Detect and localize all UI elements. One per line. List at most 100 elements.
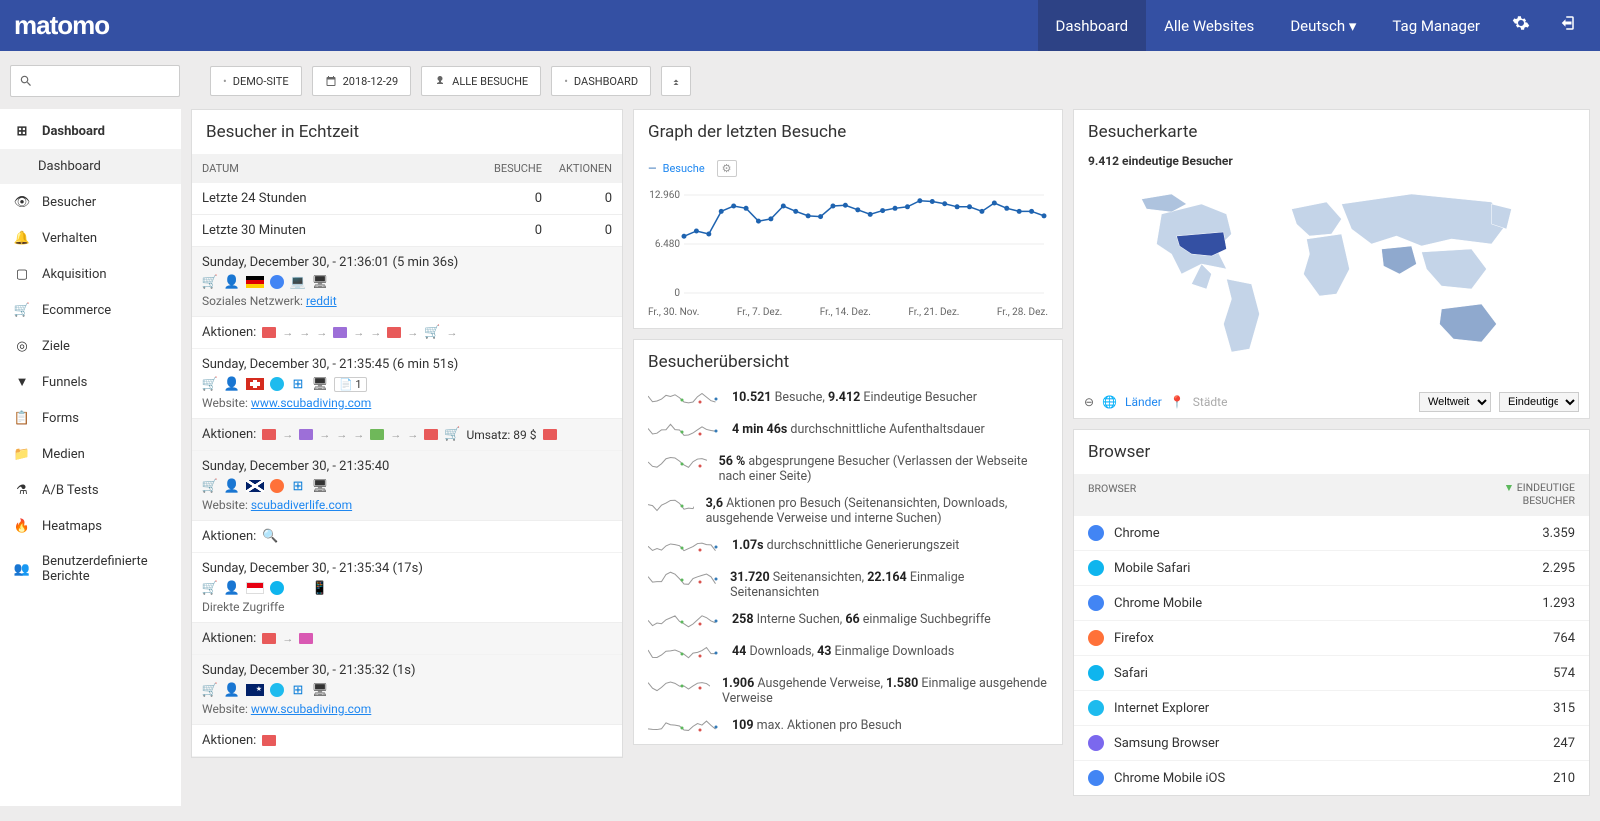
sidebar: ⊞Dashboard Dashboard 👁Besucher 🔔Verhalte… bbox=[0, 109, 181, 806]
collapse-button[interactable] bbox=[661, 66, 691, 96]
gear-icon[interactable] bbox=[1498, 14, 1544, 37]
eye-icon: 👁 bbox=[14, 194, 30, 210]
nav-language[interactable]: Deutsch ▾ bbox=[1272, 0, 1374, 51]
cart-icon: 🛒 bbox=[202, 580, 218, 596]
browser-row[interactable]: Chrome Mobile1.293 bbox=[1074, 585, 1589, 620]
dashboard-selector[interactable]: •DASHBOARD bbox=[551, 66, 651, 96]
browser-row[interactable]: Firefox764 bbox=[1074, 620, 1589, 655]
site-selector[interactable]: •DEMO-SITE bbox=[210, 66, 302, 96]
arrow-icon: → bbox=[282, 428, 293, 441]
metric-select[interactable]: Eindeutige Besucher bbox=[1499, 392, 1579, 412]
sidebar-item-media[interactable]: 📁Medien bbox=[0, 436, 181, 472]
nav-dashboard[interactable]: Dashboard bbox=[1038, 0, 1147, 51]
chart-settings-icon[interactable]: ⚙ bbox=[717, 160, 737, 177]
sparkline bbox=[648, 612, 720, 632]
pageview-icon[interactable] bbox=[262, 633, 276, 644]
segment-selector[interactable]: ALLE BESUCHE bbox=[421, 66, 541, 96]
pageview-icon[interactable] bbox=[262, 429, 276, 440]
browser-icon bbox=[1088, 770, 1104, 786]
line-chart[interactable]: 06.48012.960 bbox=[648, 189, 1050, 299]
sidebar-item-behaviour[interactable]: 🔔Verhalten bbox=[0, 220, 181, 256]
sidebar-item-funnels[interactable]: ▼Funnels bbox=[0, 364, 181, 400]
pageview-icon[interactable] bbox=[370, 429, 384, 440]
browser-row[interactable]: Safari574 bbox=[1074, 655, 1589, 690]
sparkline bbox=[648, 496, 694, 516]
visit-actions-row: Aktionen: → → → → → → 🛒 → bbox=[192, 317, 622, 349]
cities-link[interactable]: Städte bbox=[1193, 395, 1228, 409]
visitors-overview-widget: Besucherübersicht 10.521 Besuche, 9.412 … bbox=[633, 339, 1063, 745]
browser-icon bbox=[270, 683, 284, 697]
sidebar-item-custom-reports[interactable]: 👥Benutzerdefinierte Berichte bbox=[0, 544, 181, 594]
visit-timestamp: Sunday, December 30, - 21:35:45 (6 min 5… bbox=[202, 357, 612, 372]
sidebar-item-visitors[interactable]: 👁Besucher bbox=[0, 184, 181, 220]
sidebar-sub-dashboard[interactable]: Dashboard bbox=[0, 149, 181, 184]
signout-icon[interactable] bbox=[1544, 14, 1590, 37]
visit-entry[interactable]: Sunday, December 30, - 21:35:34 (17s) 🛒 … bbox=[192, 553, 622, 623]
browser-row[interactable]: Samsung Browser247 bbox=[1074, 725, 1589, 760]
metrics-list: 10.521 Besuche, 9.412 Eindeutige Besuche… bbox=[634, 384, 1062, 744]
pageview-icon[interactable] bbox=[299, 429, 313, 440]
sidebar-item-acquisition[interactable]: ▢Akquisition bbox=[0, 256, 181, 292]
referrer-link[interactable]: www.scubadiving.com bbox=[251, 396, 371, 410]
browser-name: Chrome Mobile iOS bbox=[1114, 771, 1225, 786]
referrer-link[interactable]: reddit bbox=[306, 294, 337, 308]
world-map[interactable] bbox=[1088, 174, 1575, 374]
visit-referrer: Website: www.scubadiving.com bbox=[202, 396, 612, 410]
browser-icon bbox=[1088, 525, 1104, 541]
metric-row: 258 Interne Suchen, 66 einmalige Suchbeg… bbox=[634, 606, 1062, 638]
cart-icon: 🛒 bbox=[202, 682, 218, 698]
visit-entry[interactable]: Sunday, December 30, - 21:35:45 (6 min 5… bbox=[192, 349, 622, 419]
browser-icon bbox=[1088, 700, 1104, 716]
visit-entry[interactable]: Sunday, December 30, - 21:35:40 🛒 👤 ⊞ 🖥 … bbox=[192, 451, 622, 521]
sidebar-item-dashboard[interactable]: ⊞Dashboard bbox=[0, 113, 181, 149]
sidebar-item-heatmaps[interactable]: 🔥Heatmaps bbox=[0, 508, 181, 544]
pageview-icon[interactable] bbox=[333, 327, 347, 338]
arrow-icon: → bbox=[316, 326, 327, 339]
arrow-icon: → bbox=[407, 428, 418, 441]
sidebar-item-abtests[interactable]: ⚗A/B Tests bbox=[0, 472, 181, 508]
referrer-link[interactable]: www.scubadiving.com bbox=[251, 702, 371, 716]
pageview-icon[interactable] bbox=[299, 633, 313, 644]
sidebar-item-forms[interactable]: 📋Forms bbox=[0, 400, 181, 436]
search-input[interactable] bbox=[10, 65, 180, 97]
pageview-icon[interactable] bbox=[262, 327, 276, 338]
user-icon: 👤 bbox=[224, 580, 240, 596]
visit-entry[interactable]: Sunday, December 30, - 21:36:01 (5 min 3… bbox=[192, 247, 622, 317]
pageview-icon[interactable] bbox=[387, 327, 401, 338]
sidebar-item-goals[interactable]: ◎Ziele bbox=[0, 328, 181, 364]
sidebar-item-ecommerce[interactable]: 🛒Ecommerce bbox=[0, 292, 181, 328]
pageview-icon[interactable] bbox=[262, 735, 276, 746]
cart-action-icon[interactable]: 🛒 bbox=[444, 427, 460, 442]
nav-tag-manager[interactable]: Tag Manager bbox=[1374, 0, 1498, 51]
metric-row: 10.521 Besuche, 9.412 Eindeutige Besuche… bbox=[634, 384, 1062, 416]
metric-row: 3,6 Aktionen pro Besuch (Seitenansichten… bbox=[634, 490, 1062, 532]
browser-row[interactable]: Chrome Mobile iOS210 bbox=[1074, 760, 1589, 795]
browser-table-head: BROWSER ▼ EINDEUTIGEBESUCHER bbox=[1074, 474, 1589, 515]
browser-value: 1.293 bbox=[1542, 596, 1575, 611]
arrow-icon: → bbox=[336, 428, 347, 441]
pageview-icon[interactable] bbox=[543, 429, 557, 440]
browser-row[interactable]: Internet Explorer315 bbox=[1074, 690, 1589, 725]
visit-entry[interactable]: Sunday, December 30, - 21:35:32 (1s) 🛒 👤… bbox=[192, 655, 622, 725]
browser-name: Chrome bbox=[1114, 526, 1160, 541]
browser-row[interactable]: Chrome3.359 bbox=[1074, 515, 1589, 550]
date-selector[interactable]: 2018-12-29 bbox=[312, 66, 412, 96]
nav-all-websites[interactable]: Alle Websites bbox=[1146, 0, 1272, 51]
user-icon: 👤 bbox=[224, 376, 240, 392]
cart-action-icon[interactable]: 🛒 bbox=[424, 325, 440, 340]
referrer-link[interactable]: scubadiverlife.com bbox=[251, 498, 352, 512]
metric-text: 10.521 Besuche, 9.412 Eindeutige Besuche… bbox=[732, 390, 977, 405]
toolbar: •DEMO-SITE 2018-12-29 ALLE BESUCHE •DASH… bbox=[0, 51, 1600, 109]
zoom-out-icon[interactable]: ⊖ bbox=[1084, 395, 1094, 409]
region-select[interactable]: Weltweit bbox=[1419, 392, 1491, 412]
metric-row: 44 Downloads, 43 Einmalige Downloads bbox=[634, 638, 1062, 670]
globe-icon[interactable]: 🌐 bbox=[1102, 395, 1117, 409]
browser-icon bbox=[1088, 735, 1104, 751]
grid-icon: ⊞ bbox=[14, 123, 30, 139]
pageview-icon[interactable] bbox=[424, 429, 438, 440]
sparkline bbox=[648, 454, 707, 474]
browser-value: 2.295 bbox=[1542, 561, 1575, 576]
browser-row[interactable]: Mobile Safari2.295 bbox=[1074, 550, 1589, 585]
countries-link[interactable]: Länder bbox=[1125, 395, 1162, 409]
bell-icon: 🔔 bbox=[14, 230, 30, 246]
